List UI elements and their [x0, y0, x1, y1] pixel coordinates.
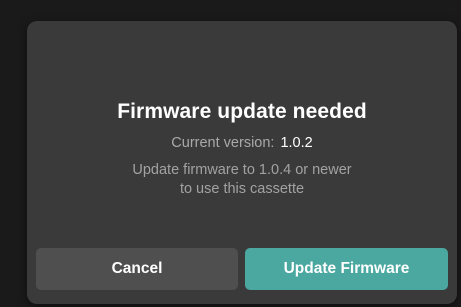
current-version-value: 1.0.2	[280, 135, 313, 151]
dialog-content: Firmware update needed Current version: 1…	[27, 99, 457, 199]
current-version-row: Current version: 1.0.2	[27, 133, 457, 153]
update-firmware-button-label: Update Firmware	[283, 260, 410, 277]
current-version-label: Current version:	[171, 135, 275, 151]
cancel-button[interactable]: Cancel	[36, 248, 238, 290]
dialog-message: Update firmware to 1.0.4 or newer to use…	[132, 162, 352, 197]
update-firmware-button[interactable]: Update Firmware	[245, 248, 448, 290]
dialog-actions: Cancel Update Firmware	[36, 248, 448, 290]
cancel-button-label: Cancel	[111, 260, 163, 277]
dialog-title: Firmware update needed	[117, 100, 367, 123]
firmware-update-dialog: Firmware update needed Current version: 1…	[27, 21, 457, 304]
